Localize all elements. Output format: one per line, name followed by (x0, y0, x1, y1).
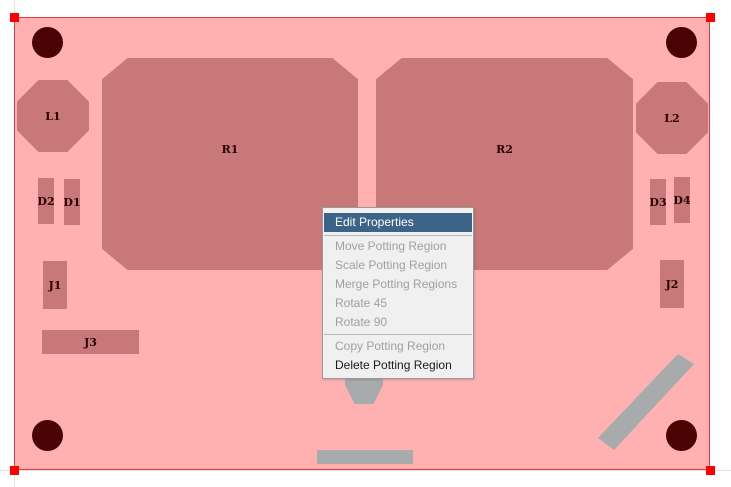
component-d2[interactable]: D2 (37, 178, 55, 224)
resize-handle-bottom-left[interactable] (10, 466, 19, 475)
horizontal-guide-line (0, 470, 731, 471)
component-l1-label: L1 (45, 109, 61, 123)
menu-edit-properties[interactable]: Edit Properties (324, 213, 472, 232)
component-j2[interactable]: J2 (660, 260, 684, 308)
component-d4[interactable]: D4 (673, 177, 691, 223)
mounting-hole-top-right (666, 27, 697, 58)
component-j1-label: J1 (48, 278, 62, 292)
resize-handle-top-right[interactable] (706, 13, 715, 22)
menu-merge-potting-regions[interactable]: Merge Potting Regions (324, 275, 472, 294)
menu-scale-potting-region[interactable]: Scale Potting Region (324, 256, 472, 275)
component-d1-label: D1 (63, 195, 81, 209)
resize-handle-bottom-right[interactable] (706, 466, 715, 475)
menu-rotate-90-label: Rotate 90 (335, 315, 388, 329)
component-d1[interactable]: D1 (63, 179, 81, 225)
potting-region-bottom-bar[interactable] (317, 450, 413, 464)
component-j3-label: J3 (84, 335, 97, 349)
menu-separator (324, 334, 472, 335)
mounting-hole-bottom-left (32, 420, 63, 451)
diagonal-potting-shape[interactable] (598, 354, 694, 450)
component-r1-label: R1 (221, 142, 239, 156)
resize-handle-top-left[interactable] (10, 13, 19, 22)
menu-separator (324, 235, 472, 236)
menu-delete-label: Delete Potting Region (335, 358, 452, 372)
component-d2-label: D2 (37, 194, 55, 208)
menu-rotate-45[interactable]: Rotate 45 (324, 294, 472, 313)
component-d3[interactable]: D3 (649, 179, 667, 225)
menu-move-potting-region[interactable]: Move Potting Region (324, 237, 472, 256)
menu-copy-label: Copy Potting Region (335, 339, 446, 353)
menu-rotate-45-label: Rotate 45 (335, 296, 388, 310)
menu-copy-potting-region[interactable]: Copy Potting Region (324, 337, 472, 356)
component-j1[interactable]: J1 (43, 261, 67, 309)
component-j3[interactable]: J3 (42, 330, 139, 354)
component-d3-label: D3 (649, 195, 667, 209)
menu-merge-label: Merge Potting Regions (335, 277, 458, 291)
mounting-hole-top-left (32, 27, 63, 58)
component-l2-label: L2 (664, 111, 680, 125)
context-menu: Edit Properties Move Potting Region Scal… (322, 207, 474, 379)
component-r2-label: R2 (496, 142, 513, 156)
menu-move-label: Move Potting Region (335, 239, 447, 253)
component-l1[interactable]: L1 (17, 80, 89, 152)
component-j2-label: J2 (665, 277, 679, 291)
menu-delete-potting-region[interactable]: Delete Potting Region (324, 356, 472, 375)
menu-edit-properties-label: Edit Properties (335, 215, 414, 229)
component-d4-label: D4 (673, 193, 691, 207)
component-r1[interactable]: R1 (102, 58, 358, 270)
menu-rotate-90[interactable]: Rotate 90 (324, 313, 472, 332)
potting-region-diagonal[interactable] (590, 350, 700, 456)
menu-scale-label: Scale Potting Region (335, 258, 448, 272)
